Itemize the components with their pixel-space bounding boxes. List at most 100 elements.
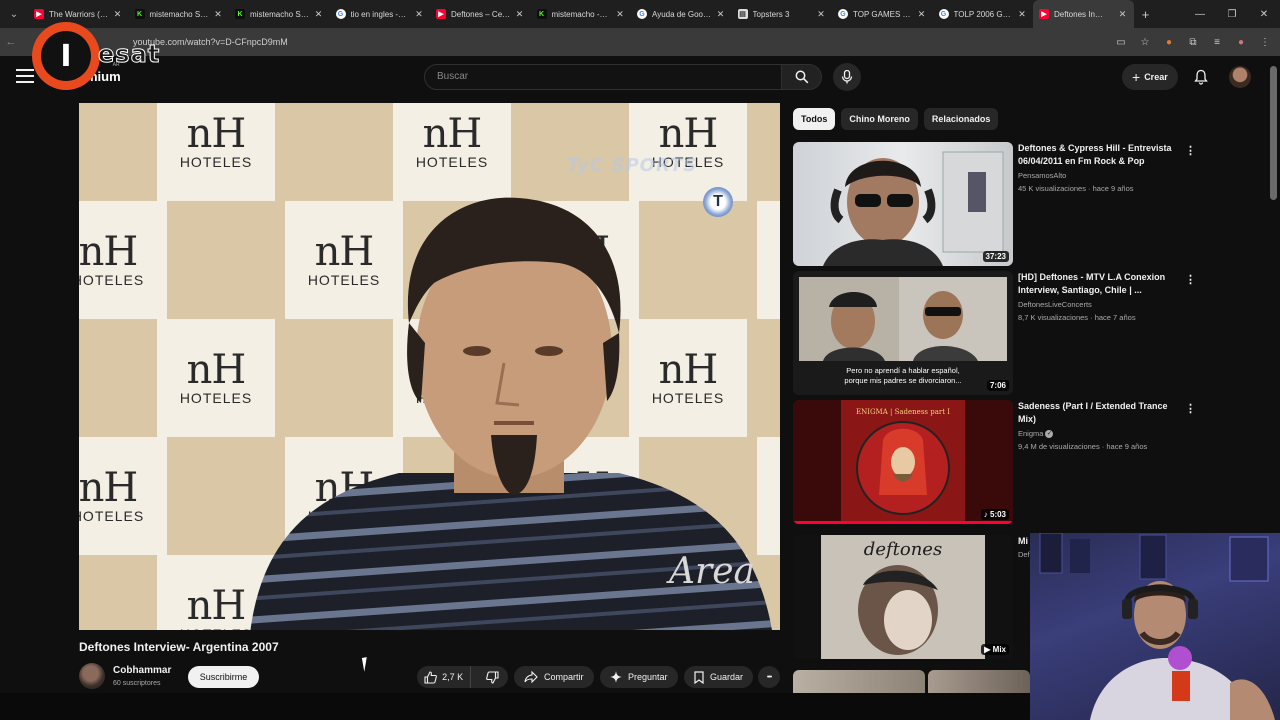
filter-chip[interactable]: Todos bbox=[793, 108, 836, 130]
account-avatar[interactable] bbox=[1229, 66, 1251, 88]
browser-tab[interactable]: G TOP GAMES 20… ✕ bbox=[832, 0, 933, 28]
menu-hamburger-icon[interactable] bbox=[16, 69, 34, 83]
microphone-icon bbox=[841, 70, 853, 84]
channel-avatar[interactable] bbox=[79, 663, 105, 689]
shirt-print: Area bbox=[666, 551, 755, 592]
video-duration: 37:23 bbox=[982, 251, 1009, 262]
channel-name[interactable]: Def bbox=[1018, 550, 1030, 559]
minimize-icon[interactable]: — bbox=[1184, 0, 1216, 28]
voice-search-button[interactable] bbox=[833, 63, 861, 91]
share-label: Compartir bbox=[544, 672, 584, 682]
bookmark-icon bbox=[694, 670, 704, 684]
filter-chip[interactable]: Chino Moreno bbox=[841, 108, 918, 130]
back-arrow-icon[interactable]: ← bbox=[0, 36, 22, 48]
video-player[interactable]: nH HOTELES nH HOTELES nH HOTELES nH HOTELES nH HO… bbox=[79, 103, 780, 630]
watermark-letter: I bbox=[41, 31, 91, 81]
tab-close-icon[interactable]: ✕ bbox=[113, 9, 123, 20]
tab-close-icon[interactable]: ✕ bbox=[716, 9, 726, 20]
media-controls-icon[interactable]: ≡ bbox=[1210, 37, 1224, 48]
backdrop-brand-mark: nH bbox=[79, 465, 138, 511]
browser-tab[interactable]: ▶ Deftones In… ✕ bbox=[1033, 0, 1134, 28]
bookmark-star-icon[interactable]: ☆ bbox=[1138, 37, 1152, 48]
g-favicon-icon: G bbox=[637, 9, 647, 19]
browser-tab[interactable]: Kmistemacho St… ✕ bbox=[129, 0, 230, 28]
save-button[interactable]: Guardar bbox=[684, 666, 754, 688]
tab-search-icon[interactable]: ⌄ bbox=[0, 0, 28, 28]
notifications-button[interactable] bbox=[1191, 67, 1211, 87]
channel-name[interactable]: PensamosAlto bbox=[1018, 171, 1066, 180]
backdrop-brand-mark: nH bbox=[186, 111, 247, 157]
more-options-icon[interactable]: ⋮ bbox=[1185, 402, 1196, 415]
video-thumbnail[interactable]: 37:23 bbox=[793, 142, 1013, 266]
tab-close-icon[interactable]: ✕ bbox=[917, 9, 927, 20]
recommendation-item[interactable]: 37:23 Deftones & Cypress Hill - Entrevis… bbox=[793, 142, 1196, 266]
browser-tab[interactable]: ▶ Deftones – Ce… ✕ bbox=[430, 0, 531, 28]
tab-close-icon[interactable]: ✕ bbox=[414, 9, 424, 20]
cast-icon[interactable]: ▭ bbox=[1114, 37, 1128, 48]
tab-label: mistemacho St… bbox=[250, 9, 310, 19]
verified-check-icon: ✓ bbox=[1045, 430, 1054, 439]
tab-label: mistemacho St… bbox=[149, 9, 210, 19]
tab-close-icon[interactable]: ✕ bbox=[1118, 9, 1128, 20]
browser-tab[interactable]: G Ayuda de Goo… ✕ bbox=[631, 0, 732, 28]
filter-chip[interactable]: Relacionados bbox=[923, 108, 999, 130]
search-input[interactable]: Buscar bbox=[424, 64, 782, 90]
tab-close-icon[interactable]: ✕ bbox=[213, 9, 223, 20]
recommendation-item[interactable]: Pero no aprendí a hablar español, porque… bbox=[793, 271, 1196, 395]
browser-tab[interactable]: Kmistemacho -… ✕ bbox=[531, 0, 632, 28]
video-thumbnail[interactable]: Pero no aprendí a hablar español, porque… bbox=[793, 271, 1013, 395]
tab-close-icon[interactable]: ✕ bbox=[314, 9, 324, 20]
thumbs-up-icon bbox=[424, 670, 438, 684]
page-scrollbar[interactable] bbox=[1270, 66, 1277, 200]
browser-tab[interactable]: G TOLP 2006 GA… ✕ bbox=[933, 0, 1034, 28]
tab-close-icon[interactable]: ✕ bbox=[816, 9, 826, 20]
new-tab-button[interactable]: + bbox=[1134, 7, 1158, 22]
tab-close-icon[interactable]: ✕ bbox=[615, 9, 625, 20]
more-options-icon[interactable]: ⋮ bbox=[1185, 144, 1196, 157]
channel-name[interactable]: Enigma ✓ bbox=[1018, 429, 1054, 439]
restore-icon[interactable]: ❐ bbox=[1216, 0, 1248, 28]
search-button[interactable] bbox=[782, 64, 822, 90]
video-title[interactable]: Deftones & Cypress Hill - Entrevista 06/… bbox=[1018, 142, 1178, 168]
tab-close-icon[interactable]: ✕ bbox=[1017, 9, 1027, 20]
recommendation-item[interactable]: ENIGMA | Sadeness part I ♪ 5:03 Sadeness… bbox=[793, 400, 1196, 524]
tab-label: Deftones – Ce… bbox=[451, 9, 511, 19]
thumbnail-caption: deftones bbox=[864, 539, 942, 560]
k-favicon-icon: K bbox=[235, 9, 245, 19]
share-button[interactable]: Compartir bbox=[514, 666, 594, 688]
dislike-button[interactable] bbox=[477, 670, 508, 684]
browser-menu-icon[interactable]: ⋮ bbox=[1258, 37, 1272, 48]
channel-name[interactable]: DeftonesLiveConcerts bbox=[1018, 300, 1092, 309]
create-button[interactable]: + Crear bbox=[1122, 64, 1178, 90]
video-thumbnail[interactable]: deftones ▶ Mix bbox=[793, 535, 1013, 659]
extensions-puzzle-icon[interactable]: ⧉ bbox=[1186, 37, 1200, 48]
channel-name[interactable]: Cobhammar bbox=[113, 665, 171, 676]
subscribe-button[interactable]: Suscribirme bbox=[188, 666, 259, 688]
extension-fox-icon[interactable]: ● bbox=[1162, 37, 1176, 48]
tab-close-icon[interactable]: ✕ bbox=[515, 9, 525, 20]
thumbnail-art: ENIGMA | Sadeness part I bbox=[793, 400, 1013, 524]
recommendation-item-partial[interactable] bbox=[793, 670, 925, 693]
browser-tab[interactable]: Gtio en ingles -… ✕ bbox=[330, 0, 431, 28]
video-thumbnail[interactable]: ENIGMA | Sadeness part I ♪ 5:03 bbox=[793, 400, 1013, 524]
tab-strip: ▶ The Warriors (2… ✕ Kmistemacho St… ✕ Kmiste… bbox=[28, 0, 1134, 28]
video-title[interactable]: Sadeness (Part I / Extended Trance Mix) bbox=[1018, 400, 1178, 426]
thumbnail-subtitle-1: Pero no aprendí a hablar español, bbox=[846, 366, 959, 375]
browser-tab[interactable]: ▤ Topsters 3 ✕ bbox=[732, 0, 833, 28]
recommendation-item-partial[interactable] bbox=[928, 670, 1030, 693]
ask-button[interactable]: Preguntar bbox=[600, 666, 678, 688]
backdrop-tile bbox=[79, 555, 157, 630]
toolbar-icons: ▭ ☆ ● ⧉ ≡ ● ⋮ bbox=[1114, 28, 1272, 56]
g-favicon-icon: G bbox=[335, 9, 346, 19]
more-options-icon[interactable]: ⋮ bbox=[1185, 273, 1196, 286]
browser-tab[interactable]: Kmistemacho St… ✕ bbox=[229, 0, 330, 28]
profile-icon[interactable]: ● bbox=[1234, 37, 1248, 48]
like-count: 2,7 K bbox=[442, 672, 464, 682]
video-title[interactable]: [HD] Deftones - MTV L.A Conexion Intervi… bbox=[1018, 271, 1178, 297]
backdrop-brand-word: HOTELES bbox=[415, 154, 489, 170]
close-window-icon[interactable]: ✕ bbox=[1248, 0, 1280, 28]
more-actions-button[interactable]: ••• bbox=[758, 666, 780, 688]
tab-label: Deftones In… bbox=[1054, 9, 1103, 19]
window-controls: — ❐ ✕ bbox=[1184, 0, 1280, 28]
like-button[interactable]: 2,7 K bbox=[417, 666, 472, 688]
